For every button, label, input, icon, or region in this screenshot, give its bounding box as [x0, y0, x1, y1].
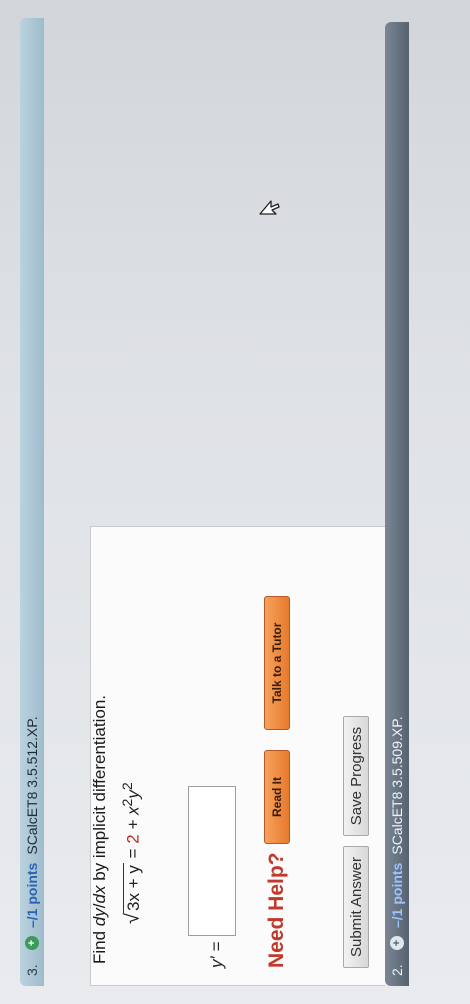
- submit-answer-button[interactable]: Submit Answer: [343, 846, 369, 968]
- equation-equals: =: [123, 843, 143, 864]
- question-2-header[interactable]: 2. + –/1 points SCalcET8 3.5.509.XP.: [385, 22, 409, 986]
- mouse-pointer-icon: [259, 200, 280, 215]
- answer-input[interactable]: [188, 786, 236, 936]
- question-2-number: 2.: [389, 964, 405, 976]
- equation-radicand: 3x + y: [122, 863, 143, 914]
- prompt-prefix: Find: [90, 926, 109, 964]
- question-3-code: SCalcET8 3.5.512.XP.: [24, 716, 40, 855]
- question-2-code: SCalcET8 3.5.509.XP.: [389, 716, 405, 855]
- equation: √3x + y = 2 + x2y2: [120, 782, 145, 924]
- expand-plus-icon[interactable]: +: [390, 936, 404, 950]
- equation-exp-2: 2: [120, 782, 136, 791]
- prompt-var-dy: dy: [90, 908, 109, 927]
- need-help-label: Need Help?: [265, 852, 288, 968]
- question-2-points: –/1 points: [389, 862, 405, 928]
- save-progress-button[interactable]: Save Progress: [343, 716, 369, 836]
- problem-statement: Find dy/dx by implicit differentiation.: [90, 695, 110, 964]
- equation-constant: 2: [123, 834, 143, 844]
- equation-y: y: [123, 790, 143, 799]
- sqrt-icon: √: [121, 913, 144, 924]
- prompt-slash: /: [90, 903, 109, 909]
- prompt-suffix: by implicit differentiation.: [90, 694, 109, 886]
- answer-label: y′ =: [207, 941, 226, 968]
- talk-to-tutor-button[interactable]: Talk to a Tutor: [264, 596, 290, 730]
- page: 3. + –/1 points SCalcET8 3.5.512.XP. Fin…: [0, 0, 470, 1004]
- question-3-header[interactable]: 3. + –/1 points SCalcET8 3.5.512.XP.: [20, 18, 44, 986]
- prompt-var-dx: dx: [90, 885, 109, 904]
- question-3-points: –/1 points: [24, 862, 40, 928]
- read-it-button[interactable]: Read It: [264, 750, 290, 844]
- equation-x-term: + x: [123, 806, 143, 835]
- equation-exp-1: 2: [120, 798, 136, 807]
- expand-plus-icon[interactable]: +: [25, 936, 39, 950]
- question-3-number: 3.: [24, 964, 40, 976]
